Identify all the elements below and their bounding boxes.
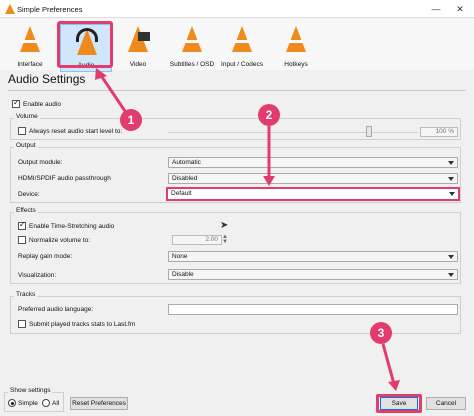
- save-highlight-box: [376, 394, 422, 413]
- all-radio-label: All: [52, 400, 60, 407]
- callout-2: 2: [258, 104, 280, 126]
- annotation-arrows: [95, 68, 400, 391]
- all-radio[interactable]: [42, 399, 50, 407]
- simple-radio[interactable]: [8, 399, 16, 407]
- reset-preferences-button[interactable]: Reset Preferences: [70, 397, 128, 410]
- cancel-button[interactable]: Cancel: [426, 397, 466, 410]
- callout-3: 3: [370, 322, 392, 344]
- show-settings-label: Show settings: [8, 387, 53, 394]
- callout-1: 1: [120, 109, 142, 131]
- simple-radio-label: Simple: [18, 400, 38, 407]
